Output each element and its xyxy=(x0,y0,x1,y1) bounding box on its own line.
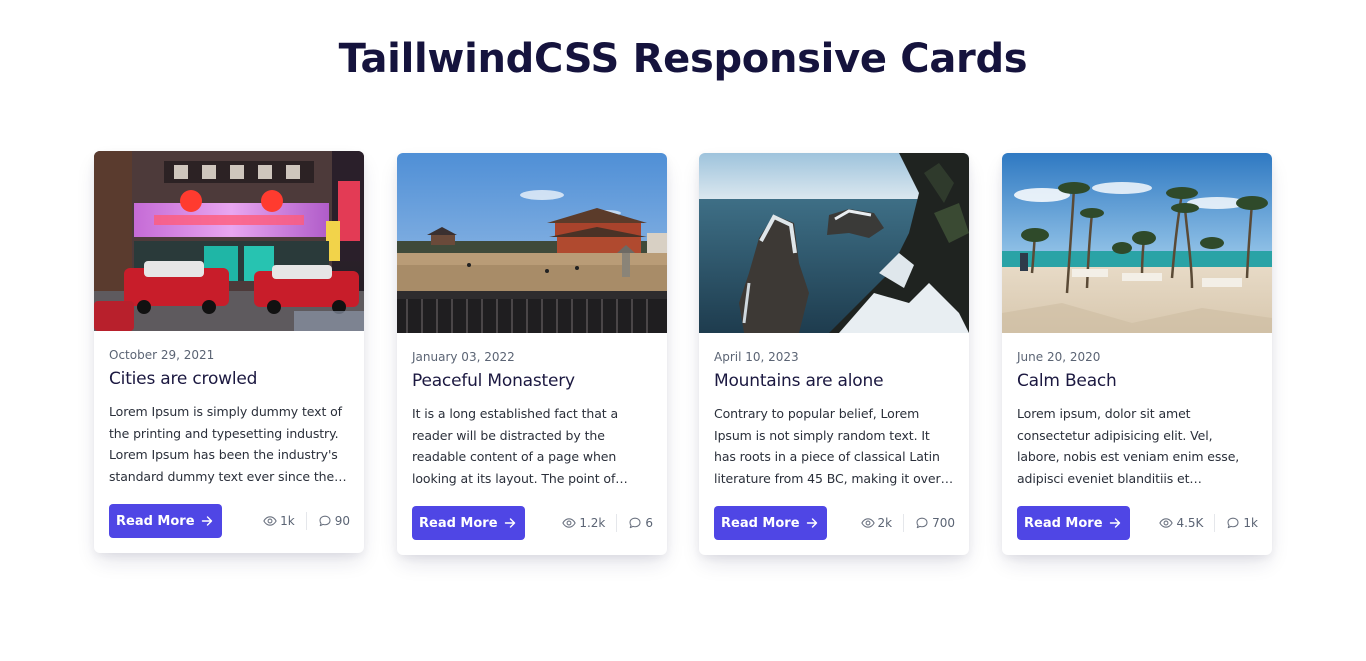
comments-stat: 700 xyxy=(915,516,955,530)
comment-icon xyxy=(319,515,331,527)
views-stat: 4.5K xyxy=(1159,516,1203,530)
arrow-right-icon xyxy=(201,516,212,526)
card-monastery: January 03, 2022 Peaceful Monastery It i… xyxy=(397,153,667,555)
card-image-beach xyxy=(1002,153,1272,333)
comments-count: 1k xyxy=(1243,516,1258,530)
card-title: Peaceful Monastery xyxy=(412,371,575,391)
comments-count: 700 xyxy=(932,516,955,530)
card-stats: 1.2k 6 xyxy=(562,514,653,532)
read-more-button[interactable]: Read More xyxy=(412,506,525,540)
arrow-right-icon xyxy=(806,518,817,528)
comment-icon xyxy=(629,517,641,529)
read-more-label: Read More xyxy=(1024,515,1103,531)
views-count: 1k xyxy=(280,514,295,528)
read-more-button[interactable]: Read More xyxy=(1017,506,1130,540)
views-stat: 1k xyxy=(263,514,295,528)
views-stat: 1.2k xyxy=(562,516,605,530)
card-excerpt: Contrary to popular belief, Lorem Ipsum … xyxy=(714,406,941,486)
arrow-right-icon xyxy=(504,518,515,528)
card-footer: Read More 1k 90 xyxy=(109,504,350,538)
card-image-monastery xyxy=(397,153,667,333)
stats-divider xyxy=(903,514,905,532)
card-title: Mountains are alone xyxy=(714,371,884,391)
comments-stat: 6 xyxy=(628,516,653,530)
views-count: 1.2k xyxy=(579,516,606,530)
stats-divider xyxy=(1214,514,1216,532)
card-image-coast xyxy=(699,153,969,333)
card-date: January 03, 2022 xyxy=(412,350,515,364)
card-stats: 4.5K 1k xyxy=(1159,514,1258,532)
arrow-right-icon xyxy=(1109,518,1120,528)
card-image-city xyxy=(94,151,364,331)
card-footer: Read More 2k 700 xyxy=(714,506,955,540)
comment-icon xyxy=(1227,517,1239,529)
stats-divider xyxy=(616,514,618,532)
card-title: Cities are crowled xyxy=(109,369,258,389)
read-more-label: Read More xyxy=(419,515,498,531)
card-date: April 10, 2023 xyxy=(714,350,799,364)
card-excerpt: Lorem ipsum, dolor sit amet consectetur … xyxy=(1017,406,1240,486)
comment-icon xyxy=(916,517,928,529)
eye-icon xyxy=(860,518,875,528)
card-stats: 1k 90 xyxy=(263,512,350,530)
read-more-button[interactable]: Read More xyxy=(109,504,222,538)
eye-icon xyxy=(562,518,577,528)
views-stat: 2k xyxy=(860,516,893,530)
eye-icon xyxy=(1159,518,1174,528)
read-more-label: Read More xyxy=(116,513,195,529)
stats-divider xyxy=(305,512,307,530)
page-title: TaillwindCSS Responsive Cards xyxy=(338,36,1028,82)
comments-stat: 1k xyxy=(1226,516,1258,530)
card-stats: 2k 700 xyxy=(860,514,955,532)
card-cities: October 29, 2021 Cities are crowled Lore… xyxy=(94,151,364,553)
card-beach: June 20, 2020 Calm Beach Lorem ipsum, do… xyxy=(1002,153,1272,555)
card-excerpt: It is a long established fact that a rea… xyxy=(412,406,619,486)
comments-count: 6 xyxy=(645,516,653,530)
views-count: 2k xyxy=(877,516,893,530)
comments-count: 90 xyxy=(334,514,350,528)
read-more-button[interactable]: Read More xyxy=(714,506,827,540)
views-count: 4.5K xyxy=(1176,516,1204,530)
card-date: June 20, 2020 xyxy=(1017,350,1101,364)
comments-stat: 90 xyxy=(318,514,350,528)
card-footer: Read More 4.5K 1k xyxy=(1017,506,1258,540)
card-mountains: April 10, 2023 Mountains are alone Contr… xyxy=(699,153,969,555)
card-date: October 29, 2021 xyxy=(109,348,215,362)
eye-icon xyxy=(263,516,277,526)
card-title: Calm Beach xyxy=(1017,371,1117,391)
read-more-label: Read More xyxy=(721,515,800,531)
card-footer: Read More 1.2k 6 xyxy=(412,506,653,540)
card-excerpt: Lorem Ipsum is simply dummy text of the … xyxy=(109,404,342,484)
